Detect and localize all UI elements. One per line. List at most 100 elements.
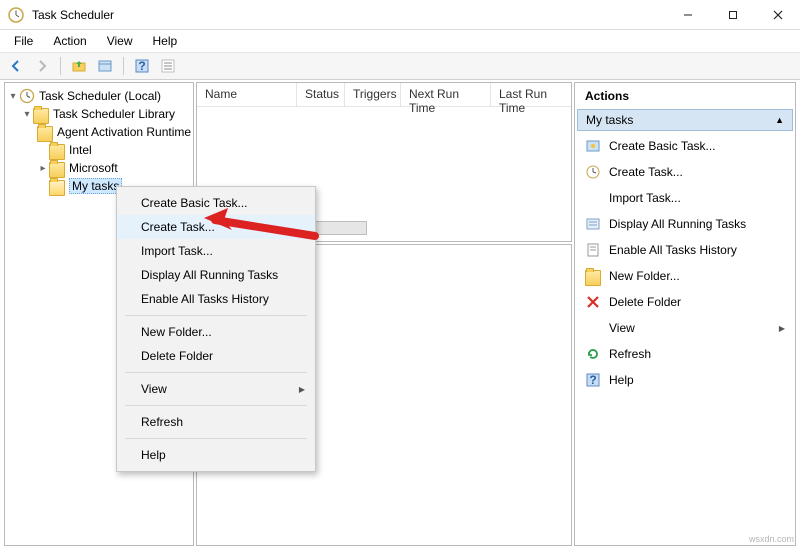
ctx-create-basic-task[interactable]: Create Basic Task... bbox=[117, 191, 315, 215]
tree-item-label: Microsoft bbox=[69, 161, 118, 175]
tree-library-label: Task Scheduler Library bbox=[53, 107, 175, 121]
actions-section-label: My tasks bbox=[586, 113, 633, 127]
ctx-import-task[interactable]: Import Task... bbox=[117, 239, 315, 263]
ctx-view[interactable]: View bbox=[117, 377, 315, 401]
menu-help[interactable]: Help bbox=[143, 32, 188, 50]
blank-icon bbox=[585, 320, 601, 336]
ctx-label: New Folder... bbox=[141, 325, 212, 339]
menu-file[interactable]: File bbox=[4, 32, 43, 50]
folder-icon bbox=[37, 126, 53, 142]
tree-item-label: My tasks bbox=[69, 178, 122, 194]
menu-action[interactable]: Action bbox=[43, 32, 96, 50]
minimize-button[interactable] bbox=[665, 1, 710, 29]
forward-button[interactable] bbox=[30, 55, 54, 77]
ctx-create-task[interactable]: Create Task... bbox=[117, 215, 315, 239]
folder-icon bbox=[49, 144, 65, 160]
action-enable-history[interactable]: Enable All Tasks History bbox=[579, 237, 791, 263]
tree-item-agent-activation[interactable]: Agent Activation Runtime bbox=[7, 123, 191, 141]
menubar: File Action View Help bbox=[0, 30, 800, 52]
action-label: Import Task... bbox=[609, 191, 681, 205]
show-hide-console-button[interactable] bbox=[93, 55, 117, 77]
wizard-icon bbox=[585, 138, 601, 154]
ctx-delete-folder[interactable]: Delete Folder bbox=[117, 344, 315, 368]
up-folder-button[interactable] bbox=[67, 55, 91, 77]
ctx-label: Help bbox=[141, 448, 166, 462]
chevron-down-icon[interactable]: ▾ bbox=[7, 91, 19, 102]
column-triggers[interactable]: Triggers bbox=[345, 83, 401, 106]
ctx-label: Display All Running Tasks bbox=[141, 268, 278, 282]
back-button[interactable] bbox=[4, 55, 28, 77]
ctx-separator bbox=[125, 438, 307, 439]
tree-item-microsoft[interactable]: ▸ Microsoft bbox=[7, 159, 191, 177]
action-label: Create Task... bbox=[609, 165, 683, 179]
action-label: Display All Running Tasks bbox=[609, 217, 746, 231]
ctx-label: Refresh bbox=[141, 415, 183, 429]
task-list-header: Name Status Triggers Next Run Time Last … bbox=[197, 83, 571, 107]
help-icon: ? bbox=[585, 372, 601, 388]
close-button[interactable] bbox=[755, 1, 800, 29]
ctx-separator bbox=[125, 372, 307, 373]
ctx-enable-history[interactable]: Enable All Tasks History bbox=[117, 287, 315, 311]
action-label: New Folder... bbox=[609, 269, 680, 283]
collapse-icon: ▲ bbox=[775, 115, 784, 125]
tree-item-intel[interactable]: Intel bbox=[7, 141, 191, 159]
list-icon bbox=[585, 216, 601, 232]
ctx-refresh[interactable]: Refresh bbox=[117, 410, 315, 434]
action-refresh[interactable]: Refresh bbox=[579, 341, 791, 367]
blank-icon bbox=[585, 190, 601, 206]
action-label: View bbox=[609, 321, 635, 335]
properties-toolbar-button[interactable] bbox=[156, 55, 180, 77]
clock-icon bbox=[19, 88, 35, 104]
chevron-right-icon[interactable]: ▸ bbox=[37, 163, 49, 174]
tree-library[interactable]: ▾ Task Scheduler Library bbox=[7, 105, 191, 123]
delete-icon bbox=[585, 294, 601, 310]
column-status[interactable]: Status bbox=[297, 83, 345, 106]
watermark: wsxdn.com bbox=[749, 534, 794, 544]
ctx-label: Enable All Tasks History bbox=[141, 292, 269, 306]
tree-root[interactable]: ▾ Task Scheduler (Local) bbox=[7, 87, 191, 105]
tree-item-label: Intel bbox=[69, 143, 92, 157]
action-label: Help bbox=[609, 373, 634, 387]
action-delete-folder[interactable]: Delete Folder bbox=[579, 289, 791, 315]
actions-header: Actions bbox=[575, 83, 795, 109]
app-clock-icon bbox=[8, 7, 24, 23]
ctx-new-folder[interactable]: New Folder... bbox=[117, 320, 315, 344]
action-label: Refresh bbox=[609, 347, 651, 361]
action-label: Create Basic Task... bbox=[609, 139, 716, 153]
ctx-separator bbox=[125, 405, 307, 406]
actions-section-header[interactable]: My tasks ▲ bbox=[577, 109, 793, 131]
ctx-label: Import Task... bbox=[141, 244, 213, 258]
folder-icon bbox=[585, 270, 601, 286]
chevron-down-icon[interactable]: ▾ bbox=[21, 109, 33, 120]
ctx-help[interactable]: Help bbox=[117, 443, 315, 467]
ctx-separator bbox=[125, 315, 307, 316]
help-toolbar-button[interactable]: ? bbox=[130, 55, 154, 77]
column-last-run[interactable]: Last Run Time bbox=[491, 83, 571, 106]
action-create-basic-task[interactable]: Create Basic Task... bbox=[579, 133, 791, 159]
column-next-run[interactable]: Next Run Time bbox=[401, 83, 491, 106]
ctx-label: Create Basic Task... bbox=[141, 196, 248, 210]
action-import-task[interactable]: Import Task... bbox=[579, 185, 791, 211]
titlebar: Task Scheduler bbox=[0, 0, 800, 30]
refresh-icon bbox=[585, 346, 601, 362]
ctx-display-running[interactable]: Display All Running Tasks bbox=[117, 263, 315, 287]
action-create-task[interactable]: Create Task... bbox=[579, 159, 791, 185]
column-name[interactable]: Name bbox=[197, 83, 297, 106]
action-display-running[interactable]: Display All Running Tasks bbox=[579, 211, 791, 237]
action-view[interactable]: View bbox=[579, 315, 791, 341]
folder-open-icon bbox=[49, 180, 65, 196]
menu-view[interactable]: View bbox=[97, 32, 143, 50]
actions-pane: Actions My tasks ▲ Create Basic Task... … bbox=[574, 82, 796, 546]
window-title: Task Scheduler bbox=[32, 8, 114, 22]
context-menu: Create Basic Task... Create Task... Impo… bbox=[116, 186, 316, 472]
action-help[interactable]: ? Help bbox=[579, 367, 791, 393]
action-new-folder[interactable]: New Folder... bbox=[579, 263, 791, 289]
tree-root-label: Task Scheduler (Local) bbox=[39, 89, 161, 103]
ctx-label: Delete Folder bbox=[141, 349, 213, 363]
history-icon bbox=[585, 242, 601, 258]
folder-icon bbox=[49, 162, 65, 178]
action-label: Enable All Tasks History bbox=[609, 243, 737, 257]
maximize-button[interactable] bbox=[710, 1, 755, 29]
svg-text:?: ? bbox=[138, 59, 145, 73]
toolbar: ? bbox=[0, 52, 800, 80]
